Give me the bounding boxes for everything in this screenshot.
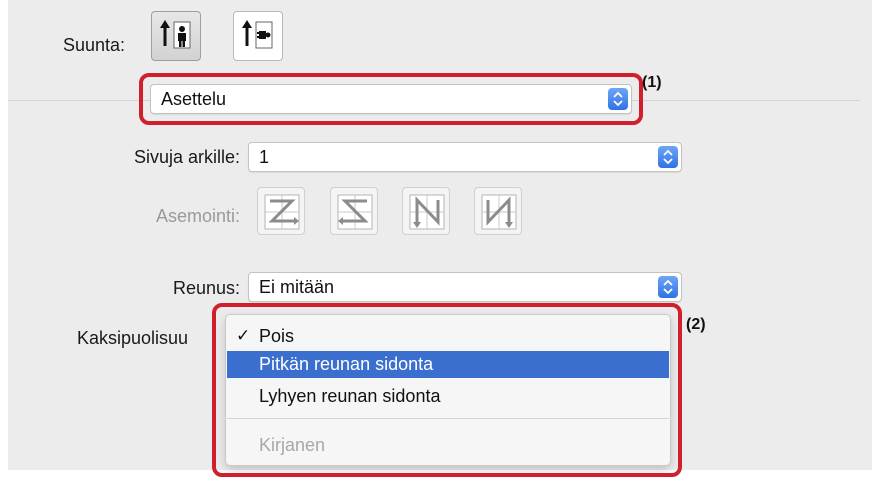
orientation-label: Suunta: bbox=[63, 35, 126, 55]
pages-per-sheet-value: 1 bbox=[259, 147, 270, 167]
highlight-box-1 bbox=[139, 73, 643, 125]
highlight-box-2 bbox=[212, 303, 682, 477]
landscape-icon bbox=[242, 20, 273, 49]
border-value: Ei mitään bbox=[259, 277, 335, 297]
border-popup[interactable]: Ei mitään bbox=[248, 272, 682, 302]
layout-reverse-n-order-button[interactable] bbox=[402, 187, 450, 235]
layout-reverse-z-order-button[interactable] bbox=[330, 187, 378, 235]
border-label: Reunus: bbox=[172, 278, 240, 298]
n-order-icon bbox=[481, 194, 517, 230]
two-sided-label: Kaksipuolisuu bbox=[77, 328, 189, 348]
z-order-icon bbox=[264, 194, 300, 230]
popup-stepper-icon bbox=[658, 146, 678, 168]
layout-n-order-button[interactable] bbox=[474, 187, 522, 235]
pages-per-sheet-label: Sivuja arkille: bbox=[133, 147, 240, 167]
portrait-icon bbox=[160, 20, 191, 49]
callout-1: (1) bbox=[642, 74, 662, 91]
reverse-n-order-icon bbox=[409, 194, 445, 230]
callout-2: (2) bbox=[686, 316, 706, 333]
pages-per-sheet-popup[interactable]: 1 bbox=[248, 142, 682, 172]
portrait-orientation-button[interactable] bbox=[151, 11, 201, 61]
layout-direction-label: Asemointi: bbox=[155, 206, 240, 226]
reverse-z-order-icon bbox=[337, 194, 373, 230]
landscape-orientation-button[interactable] bbox=[233, 11, 283, 61]
popup-stepper-icon bbox=[658, 276, 678, 298]
layout-z-order-button[interactable] bbox=[257, 187, 305, 235]
